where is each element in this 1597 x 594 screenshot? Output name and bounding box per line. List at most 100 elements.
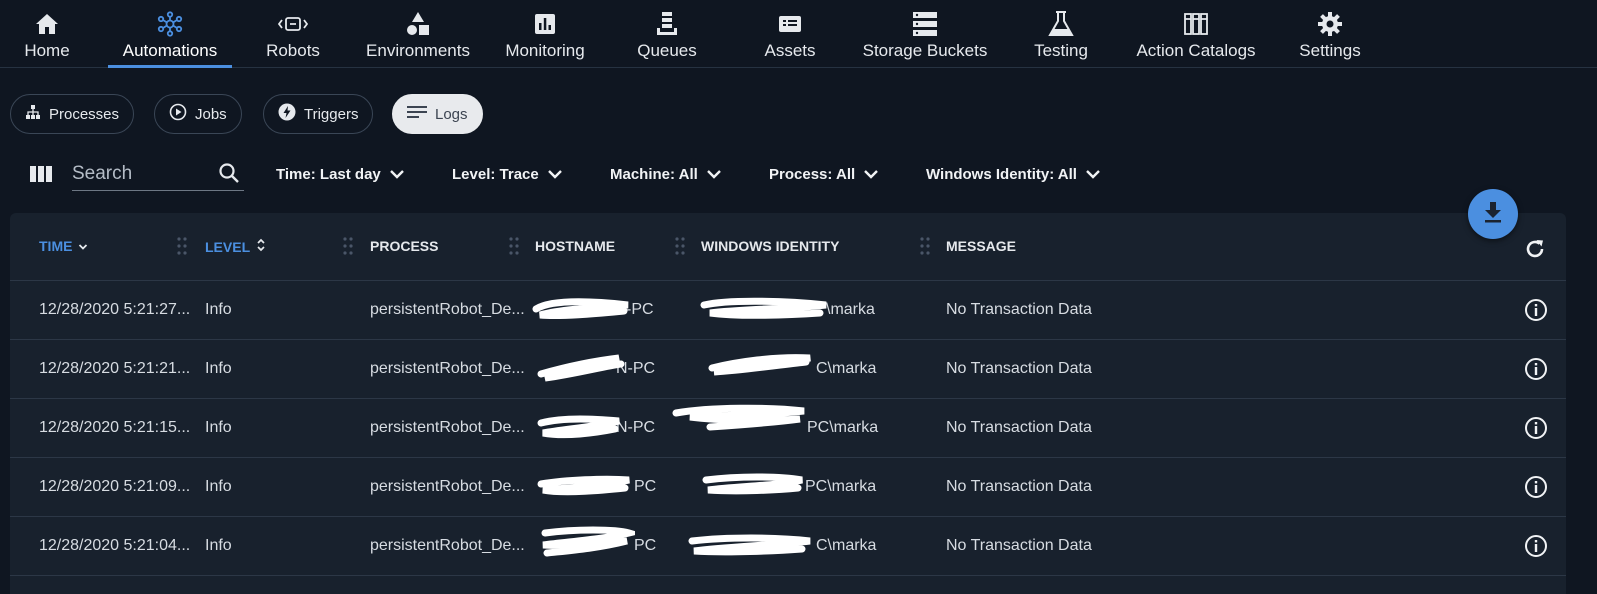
column-resize-handle[interactable] bbox=[177, 236, 187, 261]
nav-queues[interactable]: Queues bbox=[634, 0, 700, 68]
column-resize-handle[interactable] bbox=[675, 236, 685, 261]
nav-label: Robots bbox=[266, 41, 320, 60]
nav-home[interactable]: Home bbox=[18, 0, 76, 68]
filter-label: Windows Identity: All bbox=[926, 165, 1077, 183]
table-row[interactable]: 12/28/2020 5:21:04... Info persistentRob… bbox=[10, 517, 1566, 576]
nav-testing[interactable]: Testing bbox=[1028, 0, 1094, 68]
column-label: LEVEL bbox=[205, 238, 251, 255]
redaction-mark bbox=[698, 470, 808, 505]
flask-icon bbox=[1047, 9, 1075, 39]
nav-robots[interactable]: Robots bbox=[258, 0, 328, 68]
cell-message: No Transaction Data bbox=[946, 301, 1092, 318]
cell-windows-identity: PC\marka bbox=[805, 478, 877, 495]
nav-monitoring[interactable]: Monitoring bbox=[500, 0, 590, 68]
search-icon[interactable] bbox=[218, 162, 240, 189]
cell-time: 12/28/2020 5:21:04... bbox=[39, 537, 191, 554]
info-icon[interactable] bbox=[1524, 298, 1548, 327]
filter-process[interactable]: Process: All bbox=[769, 160, 879, 188]
cell-message: No Transaction Data bbox=[946, 478, 1092, 495]
cell-process: persistentRobot_De... bbox=[370, 360, 525, 377]
tab-jobs[interactable]: Jobs bbox=[154, 94, 242, 134]
tab-triggers[interactable]: Triggers bbox=[263, 94, 374, 134]
nav-label: Settings bbox=[1299, 41, 1361, 60]
download-button[interactable] bbox=[1468, 189, 1518, 239]
tab-label: Processes bbox=[49, 105, 120, 123]
nav-action-catalogs[interactable]: Action Catalogs bbox=[1130, 0, 1262, 68]
filter-label: Machine: All bbox=[610, 165, 698, 183]
nav-automations[interactable]: Automations bbox=[112, 0, 228, 68]
redaction-mark bbox=[535, 352, 625, 389]
nav-label: Action Catalogs bbox=[1136, 41, 1256, 60]
automations-icon bbox=[157, 9, 183, 39]
info-icon[interactable] bbox=[1524, 475, 1548, 504]
cell-process: persistentRobot_De... bbox=[370, 537, 525, 554]
chevron-down-icon bbox=[706, 166, 722, 183]
nav-label: Testing bbox=[1034, 41, 1088, 60]
filter-label: Level: Trace bbox=[452, 165, 539, 183]
table-row[interactable]: 12/28/2020 5:21:21... Info persistentRob… bbox=[10, 340, 1566, 399]
table-row[interactable]: 12/28/2020 5:21:15... Info persistentRob… bbox=[10, 399, 1566, 458]
gear-icon bbox=[1317, 9, 1343, 39]
column-resize-handle[interactable] bbox=[343, 236, 353, 261]
chevron-down-icon bbox=[78, 238, 88, 254]
info-icon[interactable] bbox=[1524, 357, 1548, 386]
columns-icon[interactable] bbox=[30, 166, 52, 187]
cell-hostname: PC bbox=[634, 478, 657, 495]
column-label: MESSAGE bbox=[946, 238, 1017, 254]
tab-label: Jobs bbox=[195, 105, 227, 123]
nav-settings[interactable]: Settings bbox=[1294, 0, 1366, 68]
redaction-mark bbox=[686, 531, 816, 564]
column-header-time[interactable]: TIME bbox=[39, 238, 88, 254]
tab-logs[interactable]: Logs bbox=[392, 94, 483, 134]
column-header-level[interactable]: LEVEL bbox=[205, 238, 266, 255]
redaction-mark bbox=[706, 350, 816, 385]
refresh-icon[interactable] bbox=[1524, 238, 1546, 265]
cell-message: No Transaction Data bbox=[946, 537, 1092, 554]
lines-icon bbox=[407, 105, 427, 123]
column-header-windows-identity[interactable]: WINDOWS IDENTITY bbox=[701, 238, 839, 254]
info-icon[interactable] bbox=[1524, 416, 1548, 445]
catalog-icon bbox=[1183, 9, 1209, 39]
filter-time[interactable]: Time: Last day bbox=[276, 160, 405, 188]
cell-hostname: PC bbox=[634, 537, 657, 554]
chevron-down-icon bbox=[1085, 166, 1101, 183]
tab-processes[interactable]: Processes bbox=[10, 94, 135, 134]
search-box bbox=[72, 157, 244, 191]
nav-label: Environments bbox=[366, 41, 470, 60]
column-header-hostname[interactable]: HOSTNAME bbox=[535, 238, 615, 254]
redaction-mark bbox=[535, 525, 643, 564]
column-resize-handle[interactable] bbox=[920, 236, 930, 261]
monitoring-icon bbox=[533, 9, 557, 39]
filter-windows-identity[interactable]: Windows Identity: All bbox=[926, 160, 1101, 188]
nav-assets[interactable]: Assets bbox=[758, 0, 822, 68]
cell-windows-identity: \marka bbox=[826, 301, 875, 318]
table-row[interactable]: 12/28/2020 5:21:27... Info persistentRob… bbox=[10, 281, 1566, 340]
cell-level: Info bbox=[205, 360, 232, 377]
assets-icon bbox=[778, 9, 802, 39]
storage-icon bbox=[912, 9, 938, 39]
filter-machine[interactable]: Machine: All bbox=[610, 160, 722, 188]
active-tab-indicator bbox=[108, 65, 232, 68]
filter-level[interactable]: Level: Trace bbox=[452, 160, 563, 188]
column-resize-handle[interactable] bbox=[509, 236, 519, 261]
nav-environments[interactable]: Environments bbox=[362, 0, 474, 68]
cell-time: 12/28/2020 5:21:09... bbox=[39, 478, 191, 495]
search-input[interactable] bbox=[72, 159, 212, 189]
cell-windows-identity: PC\marka bbox=[807, 419, 879, 436]
cell-time: 12/28/2020 5:21:27... bbox=[39, 301, 191, 318]
cell-windows-identity: C\marka bbox=[816, 537, 877, 554]
tab-label: Triggers bbox=[304, 105, 359, 123]
nav-storage-buckets[interactable]: Storage Buckets bbox=[858, 0, 992, 68]
column-label: PROCESS bbox=[370, 238, 439, 254]
column-header-process[interactable]: PROCESS bbox=[370, 238, 438, 254]
column-header-message[interactable]: MESSAGE bbox=[946, 238, 1016, 254]
cell-level: Info bbox=[205, 419, 232, 436]
filter-label: Process: All bbox=[769, 165, 856, 183]
top-navigation: Home Automations Robots Environments Mon… bbox=[0, 0, 1597, 68]
download-icon bbox=[1483, 201, 1503, 228]
redaction-mark bbox=[670, 403, 810, 438]
table-row[interactable]: 12/28/2020 5:21:09... Info persistentRob… bbox=[10, 458, 1566, 517]
info-icon[interactable] bbox=[1524, 534, 1548, 563]
nav-label: Home bbox=[24, 41, 70, 60]
cell-level: Info bbox=[205, 301, 232, 318]
